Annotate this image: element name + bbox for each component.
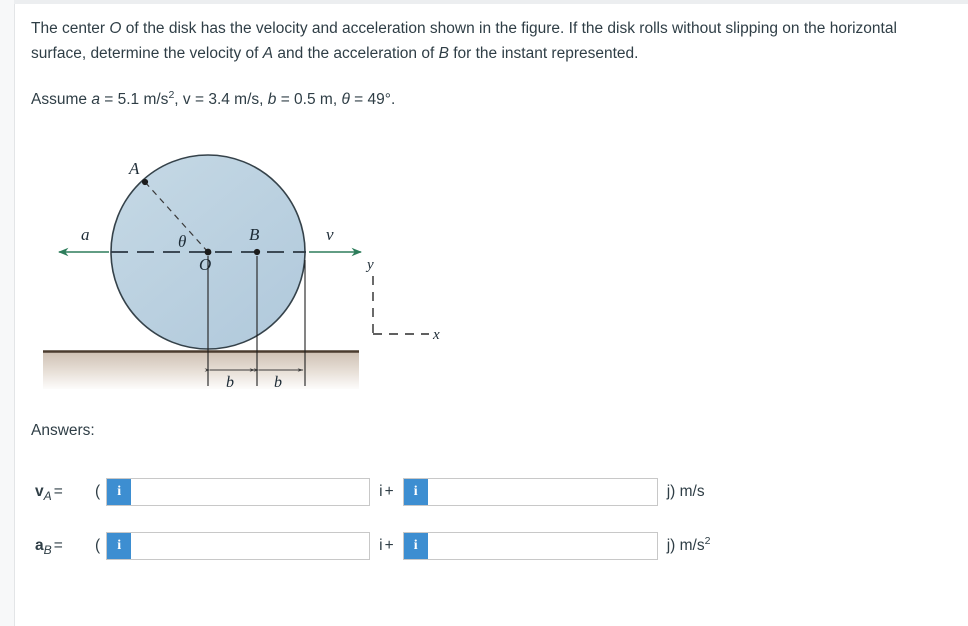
assume-v-value: , v = 3.4 m/s,: [174, 91, 268, 108]
statement-symbol-B: B: [438, 45, 449, 62]
answer-input-va-i[interactable]: [131, 479, 370, 505]
info-icon-va-j[interactable]: i: [403, 479, 428, 505]
open-paren-ab: (: [95, 537, 101, 554]
answers-heading: Answers:: [31, 422, 95, 439]
answer-field-group-ab-i: i: [106, 532, 371, 560]
statement-symbol-A: A: [262, 45, 274, 62]
assume-b-value: = 0.5 m,: [276, 91, 342, 108]
answer-input-va-j[interactable]: [427, 479, 657, 505]
problem-statement: The center O of the disk has the velocit…: [31, 16, 947, 66]
assume-a-symbol: a: [91, 91, 100, 108]
disk-figure: a v A O B θ b b y x: [31, 136, 461, 404]
info-icon-ab-j[interactable]: i: [403, 533, 428, 559]
answer-symbol-va: vA =: [35, 483, 87, 504]
unit-tail-ab-text: j) m/s: [666, 537, 705, 554]
label-b-right: b: [274, 374, 282, 391]
answer-equals-ab: =: [53, 537, 63, 554]
acceleration-vector-a: a: [57, 225, 109, 257]
statement-text-4: for the instant represented.: [448, 45, 639, 62]
coordinate-axes-indicator: y x: [365, 257, 440, 343]
left-gutter: [0, 0, 15, 626]
unit-tail-ab-exponent: 2: [704, 534, 711, 547]
axis-label-y: y: [365, 257, 374, 273]
answer-input-ab-j[interactable]: [427, 533, 657, 559]
label-a: a: [81, 225, 90, 244]
label-v: v: [326, 225, 334, 244]
answer-symbol-ab-sub: B: [43, 543, 52, 558]
point-B-marker: [253, 248, 261, 256]
info-icon-ab-i[interactable]: i: [107, 533, 132, 559]
unit-tail-va: j) m/s: [667, 483, 705, 501]
plus-sign-ab: +: [384, 537, 394, 554]
answer-symbol-ab-main: a: [35, 537, 44, 554]
statement-text-1: The center: [31, 20, 110, 37]
answer-field-group-va-i: i: [106, 478, 371, 506]
unit-i-ab: i: [379, 537, 383, 554]
open-paren-va: (: [95, 483, 101, 500]
velocity-vector-v: v: [309, 225, 363, 257]
label-B: B: [249, 225, 260, 244]
page-root: The center O of the disk has the velocit…: [0, 0, 968, 626]
answer-input-ab-i[interactable]: [131, 533, 370, 559]
answer-row-va: vA = ( i i + i j) m/s: [35, 478, 705, 506]
answer-symbol-va-sub: A: [43, 489, 52, 504]
point-A-marker: [141, 178, 149, 186]
answer-field-group-va-j: i: [402, 478, 658, 506]
info-icon-va-i[interactable]: i: [107, 479, 132, 505]
answer-field-group-ab-j: i: [402, 532, 658, 560]
ground-surface: [43, 350, 359, 389]
unit-i-va: i: [379, 483, 383, 500]
unit-tail-va-text: j) m/s: [666, 483, 705, 500]
unit-tail-ab: j) m/s2: [666, 534, 711, 555]
statement-symbol-O: O: [109, 20, 122, 37]
answer-symbol-ab: aB =: [35, 537, 87, 558]
assumption-line: Assume a = 5.1 m/s2, v = 3.4 m/s, b = 0.…: [31, 88, 395, 112]
label-theta: θ: [178, 232, 186, 251]
label-A: A: [128, 159, 140, 178]
statement-text-3: and the acceleration of: [273, 45, 439, 62]
plus-sign-va: +: [384, 483, 394, 500]
assume-prefix: Assume: [31, 91, 92, 108]
assume-a-value: = 5.1 m/s: [99, 91, 169, 108]
label-b-left: b: [226, 374, 234, 391]
label-O: O: [199, 255, 211, 274]
assume-theta-value: = 49°.: [349, 91, 396, 108]
answer-equals-va: =: [53, 483, 63, 500]
answer-symbol-va-main: v: [35, 483, 44, 500]
answer-row-ab: aB = ( i i + i j) m/s2: [35, 532, 710, 560]
assume-theta-symbol: θ: [341, 91, 350, 108]
axis-label-x: x: [432, 327, 440, 343]
content-area: The center O of the disk has the velocit…: [15, 4, 968, 626]
